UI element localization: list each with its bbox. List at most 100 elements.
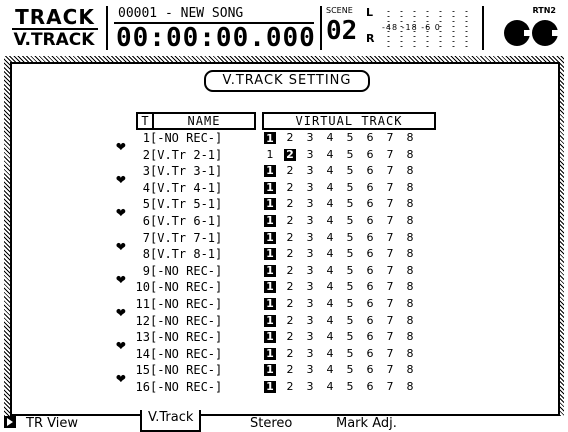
track-row[interactable]: ❤ 5 [V.Tr 5-1] 1 2 3 4 5 6 7 8 [12,196,558,220]
virtual-track-cell[interactable]: 7 [384,165,396,177]
virtual-track-cell[interactable]: 2 [284,181,296,194]
virtual-track-cell[interactable]: 4 [324,298,336,310]
virtual-track-cell[interactable]: 6 [364,165,376,177]
virtual-track-cell[interactable]: 5 [344,132,356,144]
virtual-track-cell[interactable]: 8 [404,148,416,161]
virtual-track-cell[interactable]: 4 [324,281,336,293]
virtual-track-cell[interactable]: 6 [364,181,376,194]
tab-tr-view[interactable]: TR View [20,414,84,432]
virtual-track-cell[interactable]: 3 [304,148,316,161]
virtual-track-cell[interactable]: 8 [404,181,416,194]
track-row[interactable]: 10 [-NO REC-] 1 2 3 4 5 6 7 8 [12,279,558,295]
track-row[interactable]: 16 [-NO REC-] 1 2 3 4 5 6 7 8 [12,379,558,395]
virtual-track-cell[interactable]: 3 [304,165,316,177]
virtual-track-cell[interactable]: 5 [344,364,356,376]
virtual-track-cell[interactable]: 4 [324,331,336,343]
virtual-track-cell[interactable]: 4 [324,381,336,393]
virtual-track-cell[interactable]: 1 [264,381,276,393]
virtual-track-cell[interactable]: 4 [324,264,336,277]
virtual-track-cell[interactable]: 7 [384,248,396,260]
virtual-track-cell[interactable]: 6 [364,364,376,376]
tab-v-track[interactable]: V.Track [140,410,202,432]
virtual-track-cell[interactable]: 3 [304,264,316,277]
virtual-track-cell[interactable]: 7 [384,198,396,210]
virtual-track-cell[interactable]: 4 [324,248,336,260]
virtual-track-cell[interactable]: 5 [344,198,356,210]
virtual-track-cell[interactable]: 2 [284,148,296,161]
virtual-track-cell[interactable]: 1 [264,231,276,244]
track-row[interactable]: ❤ 1 [-NO REC-] 1 2 3 4 5 6 7 8 [12,130,558,154]
virtual-track-cell[interactable]: 5 [344,381,356,393]
track-row[interactable]: 6 [V.Tr 6-1] 1 2 3 4 5 6 7 8 [12,213,558,229]
tab-stereo[interactable]: Stereo [244,414,299,432]
virtual-track-cell[interactable]: 4 [324,198,336,210]
virtual-track-cell[interactable]: 5 [344,281,356,293]
virtual-track-cell[interactable]: 8 [404,331,416,343]
virtual-track-cell[interactable]: 6 [364,248,376,260]
track-row[interactable]: 12 [-NO REC-] 1 2 3 4 5 6 7 8 [12,313,558,329]
virtual-track-cell[interactable]: 8 [404,248,416,260]
virtual-track-cell[interactable]: 3 [304,198,316,210]
virtual-track-cell[interactable]: 3 [304,331,316,343]
virtual-track-cell[interactable]: 6 [364,215,376,227]
virtual-track-cell[interactable]: 8 [404,381,416,393]
virtual-track-cell[interactable]: 2 [284,248,296,260]
virtual-track-cell[interactable]: 2 [284,165,296,177]
virtual-track-cell[interactable]: 8 [404,165,416,177]
virtual-track-cell[interactable]: 6 [364,264,376,277]
virtual-track-cell[interactable]: 5 [344,264,356,277]
virtual-track-cell[interactable]: 2 [284,132,296,144]
virtual-track-cell[interactable]: 1 [264,314,276,327]
virtual-track-cell[interactable]: 5 [344,181,356,194]
virtual-track-cell[interactable]: 2 [284,381,296,393]
virtual-track-cell[interactable]: 4 [324,165,336,177]
virtual-track-cell[interactable]: 8 [404,364,416,376]
track-row[interactable]: ❤ 13 [-NO REC-] 1 2 3 4 5 6 7 8 [12,329,558,353]
virtual-track-cell[interactable]: 3 [304,181,316,194]
virtual-track-cell[interactable]: 4 [324,314,336,327]
virtual-track-cell[interactable]: 2 [284,231,296,244]
virtual-track-cell[interactable]: 2 [284,347,296,360]
virtual-track-cell[interactable]: 1 [264,215,276,227]
track-row[interactable]: ❤ 3 [V.Tr 3-1] 1 2 3 4 5 6 7 8 [12,163,558,187]
virtual-track-cell[interactable]: 1 [264,132,276,145]
track-row[interactable]: ❤ 15 [-NO REC-] 1 2 3 4 5 6 7 8 [12,362,558,386]
rtn-knob-2-icon[interactable] [532,20,560,46]
track-row[interactable]: 2 [V.Tr 2-1] 1 2 3 4 5 6 7 8 [12,147,558,163]
virtual-track-cell[interactable]: 5 [344,331,356,343]
virtual-track-cell[interactable]: 4 [324,132,336,144]
virtual-track-cell[interactable]: 2 [284,314,296,327]
virtual-track-cell[interactable]: 6 [364,347,376,360]
virtual-track-cell[interactable]: 1 [264,298,276,310]
virtual-track-cell[interactable]: 1 [264,198,276,211]
virtual-track-cell[interactable]: 2 [284,215,296,227]
virtual-track-cell[interactable]: 5 [344,248,356,260]
virtual-track-cell[interactable]: 8 [404,215,416,227]
track-row[interactable]: ❤ 9 [-NO REC-] 1 2 3 4 5 6 7 8 [12,263,558,287]
virtual-track-cell[interactable]: 5 [344,148,356,161]
virtual-track-cell[interactable]: 7 [384,381,396,393]
virtual-track-cell[interactable]: 4 [324,181,336,194]
virtual-track-cell[interactable]: 6 [364,314,376,327]
virtual-track-cell[interactable]: 5 [344,298,356,310]
virtual-track-cell[interactable]: 7 [384,314,396,327]
virtual-track-cell[interactable]: 7 [384,281,396,293]
virtual-track-cell[interactable]: 7 [384,347,396,360]
virtual-track-cell[interactable]: 1 [264,248,276,261]
track-row[interactable]: ❤ 7 [V.Tr 7-1] 1 2 3 4 5 6 7 8 [12,230,558,254]
virtual-track-cell[interactable]: 8 [404,264,416,277]
virtual-track-cell[interactable]: 5 [344,215,356,227]
virtual-track-cell[interactable]: 1 [264,165,276,178]
virtual-track-cell[interactable]: 7 [384,148,396,161]
virtual-track-cell[interactable]: 1 [264,331,276,344]
virtual-track-cell[interactable]: 7 [384,215,396,227]
virtual-track-cell[interactable]: 1 [264,148,276,161]
virtual-track-cell[interactable]: 7 [384,264,396,277]
virtual-track-cell[interactable]: 1 [264,347,276,360]
virtual-track-cell[interactable]: 8 [404,281,416,293]
virtual-track-cell[interactable]: 2 [284,264,296,277]
tab-mark-adj-[interactable]: Mark Adj. [330,414,403,432]
virtual-track-cell[interactable]: 4 [324,148,336,161]
virtual-track-cell[interactable]: 5 [344,314,356,327]
virtual-track-cell[interactable]: 2 [284,298,296,310]
